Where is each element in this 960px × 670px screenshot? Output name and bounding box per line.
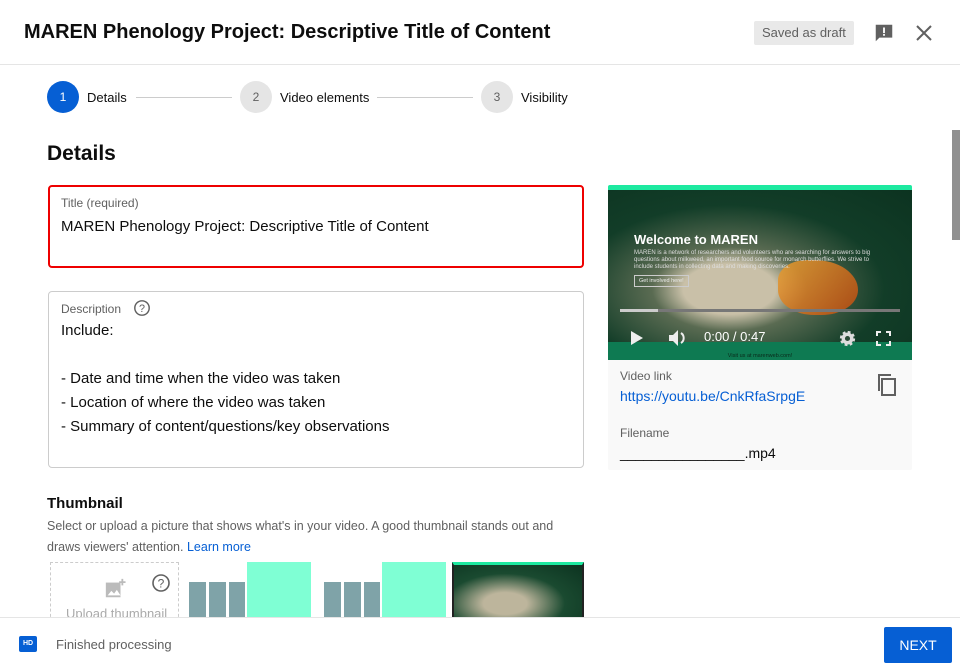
video-progress-bar[interactable]: [620, 309, 900, 312]
filename-value: ________________.mp4: [620, 445, 776, 461]
dialog-header: MAREN Phenology Project: Descriptive Tit…: [0, 0, 960, 65]
dialog-title: MAREN Phenology Project: Descriptive Tit…: [24, 21, 551, 43]
title-value: MAREN Phenology Project: Descriptive Tit…: [61, 218, 429, 235]
section-heading: Details: [47, 142, 116, 165]
thumbnail-option-2[interactable]: [318, 562, 446, 617]
thumbnail-text: Select or upload a picture that shows wh…: [47, 519, 554, 554]
svg-text:?: ?: [139, 303, 145, 315]
upload-thumbnail-button[interactable]: ? Upload thumbnail: [50, 562, 179, 617]
play-icon[interactable]: [630, 330, 644, 346]
copy-icon[interactable]: [876, 373, 898, 397]
thumbnail-heading: Thumbnail: [47, 495, 123, 512]
video-time: 0:00 / 0:47: [704, 329, 766, 344]
scrollbar[interactable]: [951, 65, 960, 617]
video-frame-subtitle: MAREN is a network of researchers and vo…: [634, 250, 871, 270]
add-image-icon: [105, 578, 126, 598]
saved-draft-badge: Saved as draft: [754, 21, 854, 45]
description-input[interactable]: Description ? Include: - Date and time w…: [48, 291, 584, 468]
description-label: Description: [61, 302, 122, 316]
scrollbar-thumb[interactable]: [952, 130, 960, 240]
video-frame-title: Welcome to MAREN: [634, 232, 758, 247]
thumbnail-option-1[interactable]: [183, 562, 311, 617]
details-content: Details Title (required) MAREN Phenology…: [0, 65, 950, 617]
upload-thumbnail-label: Upload thumbnail: [66, 606, 168, 617]
fullscreen-icon[interactable]: [876, 331, 891, 346]
thumbnail-option-3-selected[interactable]: [452, 562, 584, 617]
title-label: Title (required): [61, 196, 139, 210]
thumbnail-description: Select or upload a picture that shows wh…: [47, 516, 587, 558]
hd-icon: HD: [19, 636, 37, 652]
svg-text:?: ?: [158, 577, 165, 591]
next-button[interactable]: NEXT: [884, 627, 952, 663]
close-icon[interactable]: [914, 23, 934, 43]
description-value: Include: - Date and time when the video …: [61, 322, 390, 435]
video-link-label: Video link: [620, 369, 672, 383]
learn-more-link[interactable]: Learn more: [187, 540, 251, 554]
processing-status: Finished processing: [56, 637, 172, 652]
help-icon[interactable]: ?: [151, 573, 171, 593]
settings-icon[interactable]: [839, 330, 856, 347]
video-preview-card: Welcome to MAREN MAREN is a network of r…: [608, 185, 912, 470]
volume-icon[interactable]: [668, 329, 688, 347]
help-icon[interactable]: ?: [133, 299, 151, 317]
dialog-footer: HD Finished processing NEXT: [0, 617, 960, 670]
video-frame-footer: Visit us at marenweb.com!: [608, 342, 912, 360]
video-player[interactable]: Welcome to MAREN MAREN is a network of r…: [608, 185, 912, 360]
title-input[interactable]: Title (required) MAREN Phenology Project…: [48, 185, 584, 268]
video-frame-button: Get involved here!: [634, 275, 689, 287]
filename-label: Filename: [620, 426, 670, 440]
feedback-icon[interactable]: [873, 22, 895, 44]
video-link[interactable]: https://youtu.be/CnkRfaSrpgE: [620, 388, 805, 404]
